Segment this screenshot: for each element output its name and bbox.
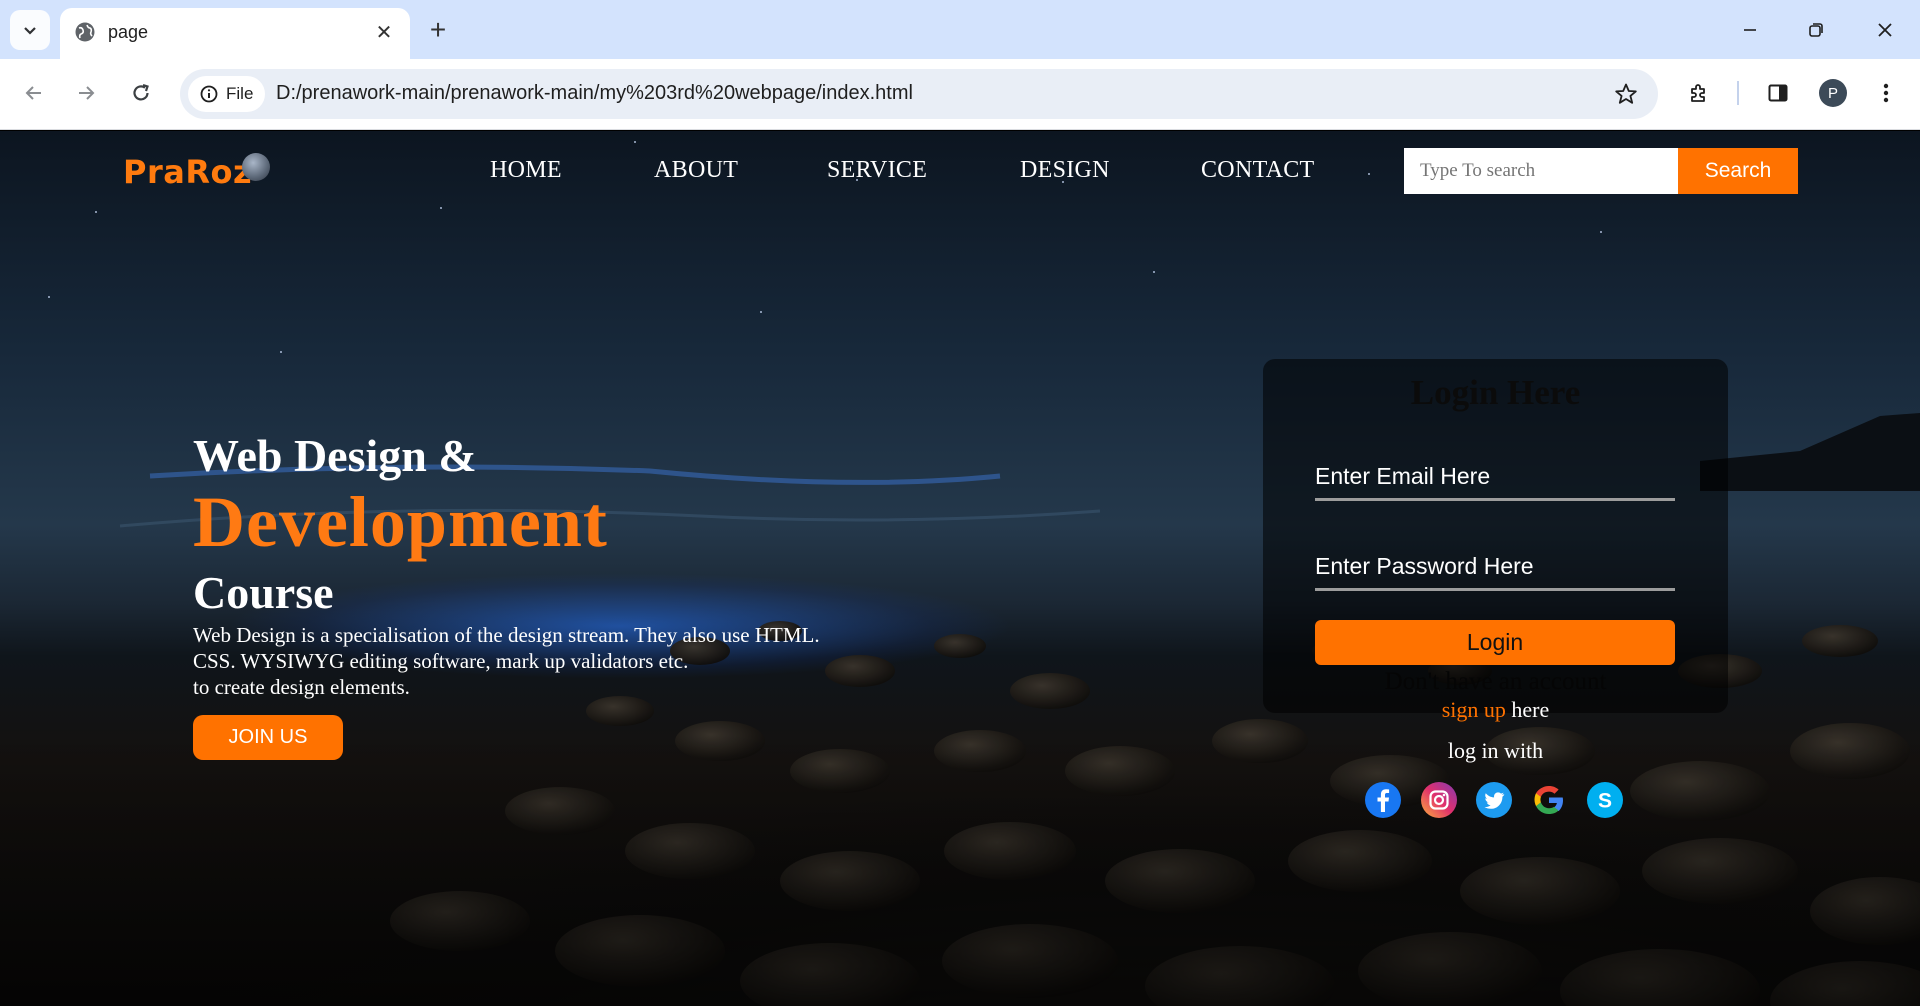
nav-contact[interactable]: CONTACT xyxy=(1201,157,1315,184)
skype-icon[interactable]: S xyxy=(1586,781,1624,819)
signup-suffix: here xyxy=(1511,697,1550,722)
site-info-label: File xyxy=(226,84,254,103)
nav-about[interactable]: ABOUT xyxy=(654,157,738,184)
address-bar[interactable]: File D:/prenawork-main/prenawork-main/my… xyxy=(180,69,1658,119)
signup-line: sign up here xyxy=(1263,697,1728,723)
side-panel-icon xyxy=(1768,84,1788,102)
hero-description: Web Design is a specialisation of the de… xyxy=(193,622,913,700)
toolbar-separator xyxy=(1737,81,1739,105)
minimize-button[interactable] xyxy=(1726,10,1774,50)
svg-text:S: S xyxy=(1598,790,1612,813)
kebab-menu-icon xyxy=(1883,83,1889,103)
puzzle-icon xyxy=(1691,84,1705,102)
hero-description-line: CSS. WYSIWYG editing software, mark up v… xyxy=(193,649,689,673)
bookmark-star-button[interactable] xyxy=(1612,80,1640,108)
side-panel-button[interactable] xyxy=(1758,73,1798,113)
star-decoration xyxy=(1368,173,1370,175)
browser-toolbar: File D:/prenawork-main/prenawork-main/my… xyxy=(0,59,1920,130)
nav-design[interactable]: DESIGN xyxy=(1020,157,1110,184)
chevron-down-icon xyxy=(24,27,36,35)
star-decoration xyxy=(440,207,442,209)
tab-title: page xyxy=(108,22,149,42)
site-search-button[interactable]: Search xyxy=(1678,148,1798,194)
url-text[interactable]: D:/prenawork-main/prenawork-main/my%203r… xyxy=(276,82,913,105)
back-button[interactable] xyxy=(14,73,54,113)
star-decoration xyxy=(280,351,282,353)
star-icon xyxy=(1615,83,1637,104)
hero-description-line: Web Design is a specialisation of the de… xyxy=(193,623,820,647)
page-viewport: PraRoz HOME ABOUT SERVICE DESIGN CONTACT… xyxy=(0,131,1920,1006)
close-icon xyxy=(1878,23,1892,37)
forward-button[interactable] xyxy=(66,73,106,113)
nav-service[interactable]: SERVICE xyxy=(827,157,927,184)
google-icon[interactable] xyxy=(1530,781,1568,819)
join-us-button[interactable]: JOIN US xyxy=(193,715,343,760)
email-field[interactable]: Enter Email Here xyxy=(1315,453,1675,501)
restore-icon xyxy=(1809,23,1823,37)
profile-avatar[interactable]: P xyxy=(1819,79,1847,107)
new-tab-button[interactable]: + xyxy=(420,12,456,48)
login-title: Login Here xyxy=(1410,373,1581,412)
hero-description-line: to create design elements. xyxy=(193,675,410,699)
extensions-button[interactable] xyxy=(1679,73,1719,113)
info-icon xyxy=(200,85,218,103)
hero-heading-line1: Web Design & xyxy=(193,430,477,481)
star-decoration xyxy=(634,141,636,143)
site-info-chip[interactable]: File xyxy=(188,76,266,112)
arrow-right-icon xyxy=(79,86,95,100)
restore-button[interactable] xyxy=(1792,10,1840,50)
star-decoration xyxy=(1153,271,1155,273)
site-search-input[interactable] xyxy=(1404,148,1678,194)
tab-search-button[interactable] xyxy=(10,10,50,50)
arrow-left-icon xyxy=(25,86,41,100)
password-field[interactable]: Enter Password Here xyxy=(1315,543,1675,591)
twitter-icon[interactable] xyxy=(1475,781,1513,819)
site-logo[interactable]: PraRoz xyxy=(123,153,252,191)
close-tab-icon[interactable]: ✕ xyxy=(370,18,398,46)
minimize-icon xyxy=(1744,29,1756,31)
login-button[interactable]: Login xyxy=(1315,620,1675,665)
hero-heading-highlight: Development xyxy=(193,482,608,562)
reload-button[interactable] xyxy=(121,73,161,113)
star-decoration xyxy=(1600,231,1602,233)
facebook-icon[interactable] xyxy=(1364,781,1402,819)
star-decoration xyxy=(760,311,762,313)
browser-tab[interactable]: page ✕ xyxy=(60,8,410,59)
reload-icon xyxy=(133,83,149,101)
browser-menu-button[interactable] xyxy=(1866,73,1906,113)
instagram-icon[interactable] xyxy=(1420,781,1458,819)
hero-heading-line3: Course xyxy=(193,567,334,618)
nav-home[interactable]: HOME xyxy=(490,157,562,184)
browser-tabstrip: page ✕ + xyxy=(0,0,1920,59)
moon-icon xyxy=(242,153,270,181)
login-with-text: log in with xyxy=(1447,738,1544,763)
no-account-text: Don't have an account xyxy=(1384,668,1607,695)
globe-icon xyxy=(75,22,95,42)
star-decoration xyxy=(48,296,50,298)
star-decoration xyxy=(95,211,97,213)
close-window-button[interactable] xyxy=(1861,10,1909,50)
signup-link[interactable]: sign up xyxy=(1442,697,1506,722)
